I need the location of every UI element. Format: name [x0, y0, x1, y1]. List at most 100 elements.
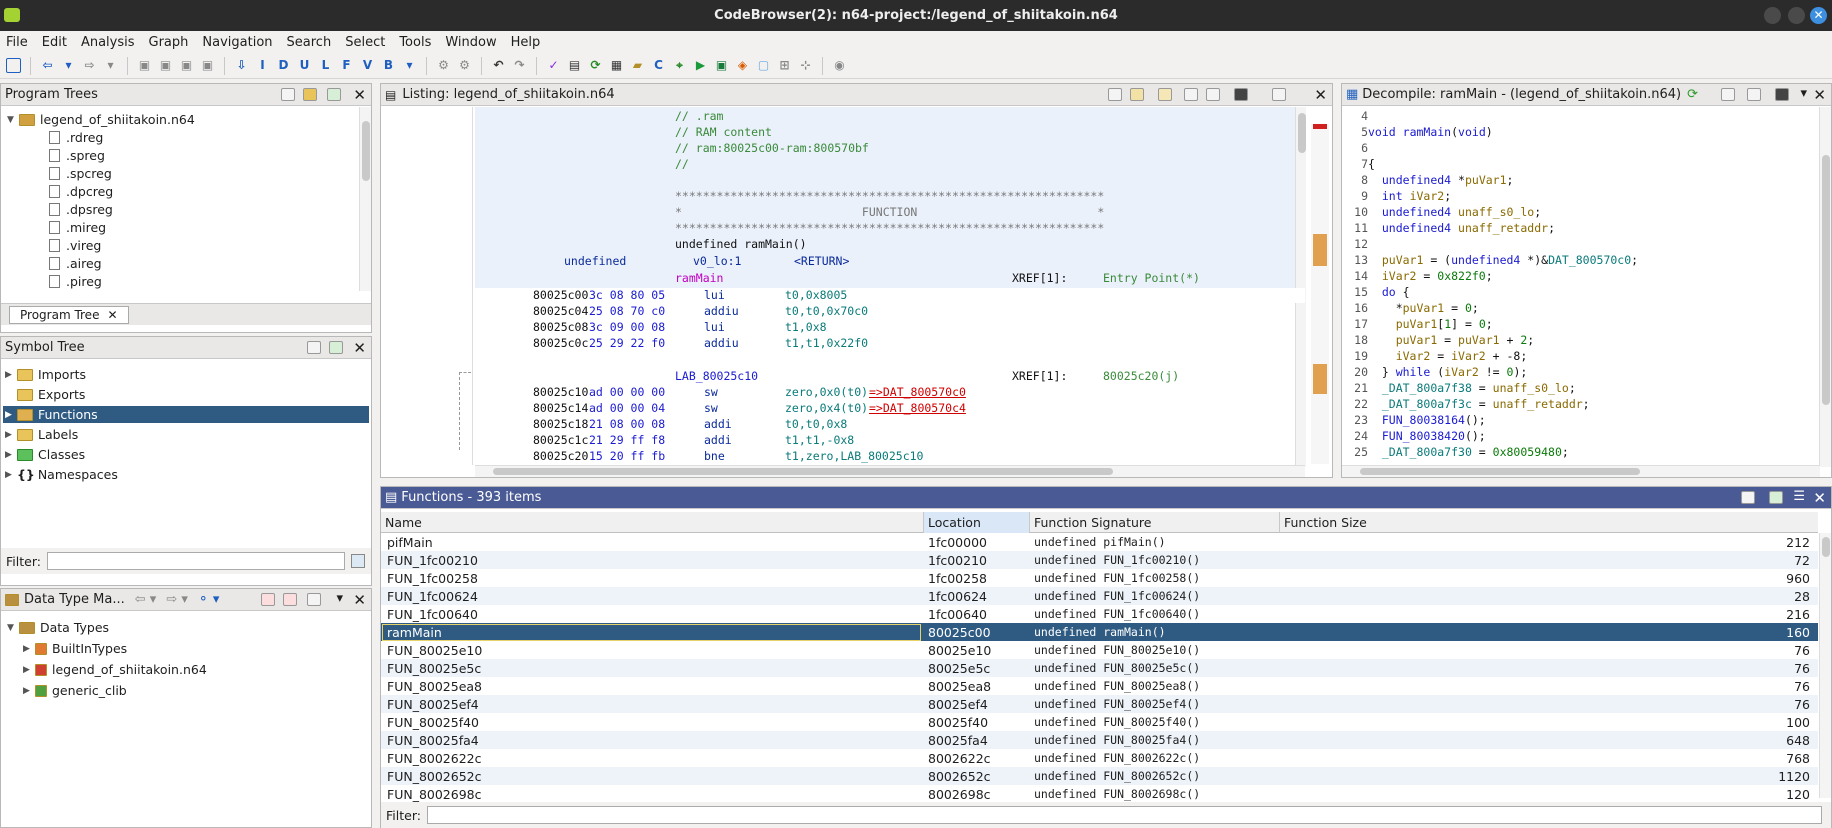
- decompile-copy-icon[interactable]: [1721, 88, 1735, 101]
- clear-icon[interactable]: ⚙: [457, 58, 472, 73]
- function-name[interactable]: FUN_8002652c: [387, 769, 917, 784]
- nav-d-icon[interactable]: D: [276, 58, 291, 73]
- listing-label-rammain[interactable]: ramMain: [675, 271, 723, 286]
- plugin-icon[interactable]: ◉: [832, 58, 847, 73]
- debug-icon[interactable]: ▣: [714, 58, 729, 73]
- table-row[interactable]: FUN_80025e10 80025e10 undefined FUN_80025e…: [381, 641, 1818, 659]
- patch-icon[interactable]: ◈: [735, 58, 750, 73]
- symbol-tree-functions[interactable]: ▶ Functions: [3, 406, 369, 423]
- function-location[interactable]: 80025e10: [928, 643, 1028, 658]
- dtm-back-icon[interactable]: ⇦ ▾: [135, 592, 157, 607]
- dtm-filter2-icon[interactable]: [283, 593, 297, 606]
- folder-icon[interactable]: ▰: [630, 58, 645, 73]
- listing-mnemonic[interactable]: addi: [704, 433, 732, 448]
- collapse-icon[interactable]: ▼: [7, 115, 17, 125]
- nav-undefined-icon[interactable]: ▣: [179, 58, 194, 73]
- function-location[interactable]: 80025ea8: [928, 679, 1028, 694]
- function-name[interactable]: FUN_80025f40: [387, 715, 917, 730]
- code-line[interactable]: {: [1368, 157, 1375, 172]
- close-icon[interactable]: ✕: [1813, 489, 1826, 507]
- table-row[interactable]: FUN_80025e5c 80025e5c undefined FUN_80025e…: [381, 659, 1818, 677]
- code-line[interactable]: } while (iVar2 != 0);: [1368, 365, 1527, 380]
- listing-address[interactable]: 80025c10: [533, 385, 588, 400]
- functions-filter-input[interactable]: [426, 806, 1822, 824]
- code-line[interactable]: int iVar2;: [1368, 189, 1451, 204]
- listing-operands[interactable]: t1,0x8: [785, 320, 827, 335]
- dtm-window-icon[interactable]: [307, 593, 321, 606]
- table-row[interactable]: FUN_1fc00210 1fc00210 undefined FUN_1fc002…: [381, 551, 1818, 569]
- function-location[interactable]: 1fc00258: [928, 571, 1028, 586]
- table-row[interactable]: ramMain 80025c00 undefined ramMain() 160: [381, 623, 1818, 641]
- listing-mnemonic[interactable]: addi: [704, 417, 732, 432]
- menu-edit[interactable]: Edit: [42, 35, 67, 50]
- tree-item-aireg[interactable]: .aireg: [49, 255, 102, 272]
- close-icon[interactable]: ✕: [353, 86, 366, 104]
- listing-scrollbar[interactable]: [1295, 107, 1306, 467]
- code-line[interactable]: void ramMain(void): [1368, 125, 1493, 140]
- menu-graph[interactable]: Graph: [149, 35, 189, 50]
- table-row[interactable]: FUN_1fc00258 1fc00258 undefined FUN_1fc002…: [381, 569, 1818, 587]
- nav-b-icon[interactable]: B: [381, 58, 396, 73]
- copy-icon[interactable]: [1108, 88, 1122, 101]
- filter-options-icon[interactable]: [350, 554, 365, 568]
- listing-address[interactable]: 80025c14: [533, 401, 588, 416]
- code-line[interactable]: *puVar1 = 0;: [1368, 301, 1479, 316]
- listing-address[interactable]: 80025c18: [533, 417, 588, 432]
- function-location[interactable]: 80025c00: [928, 625, 1028, 640]
- options-icon[interactable]: [1272, 88, 1286, 101]
- save-icon[interactable]: [6, 58, 21, 73]
- tree-item-spcreg[interactable]: .spcreg: [49, 165, 112, 182]
- data-types-root[interactable]: ▼ Data Types: [7, 619, 109, 636]
- code-line[interactable]: puVar1 = (undefined4 *)&DAT_800570c0;: [1368, 253, 1638, 268]
- symbol-tree-exports[interactable]: Exports: [5, 386, 371, 403]
- listing-operands[interactable]: t1,t1,-0x8: [785, 433, 854, 448]
- script-icon[interactable]: C: [651, 58, 666, 73]
- tree-item-vireg[interactable]: .vireg: [49, 237, 101, 254]
- program-tree-root[interactable]: ▼ legend_of_shiitakoin.n64: [7, 111, 195, 128]
- listing-operands[interactable]: t0,0x8005: [785, 288, 847, 303]
- code-line[interactable]: FUN_80038420();: [1368, 429, 1486, 444]
- listing-lab[interactable]: LAB_80025c10: [675, 369, 758, 384]
- listing-address[interactable]: 80025c00: [533, 288, 588, 303]
- listing-operands[interactable]: zero,0x0(t0): [785, 385, 868, 400]
- menu-window[interactable]: Window: [445, 35, 496, 50]
- symbol-filter-input[interactable]: [46, 552, 345, 570]
- cursor-icon[interactable]: [1158, 88, 1172, 101]
- table-row[interactable]: FUN_8002652c 8002652c undefined FUN_800265…: [381, 767, 1818, 785]
- code-line[interactable]: puVar1 = puVar1 + 2;: [1368, 333, 1535, 348]
- memory-icon[interactable]: ▦: [609, 58, 624, 73]
- col-size[interactable]: Function Size: [1280, 512, 1818, 533]
- code-line[interactable]: _DAT_800a7f38 = unaff_s0_lo;: [1368, 381, 1576, 396]
- redo-icon[interactable]: ↷: [512, 58, 527, 73]
- function-name[interactable]: FUN_1fc00258: [387, 571, 917, 586]
- listing-address[interactable]: 80025c04: [533, 304, 588, 319]
- menu-analysis[interactable]: Analysis: [81, 35, 135, 50]
- function-name[interactable]: FUN_1fc00640: [387, 607, 917, 622]
- listing-address[interactable]: 80025c1c: [533, 433, 588, 448]
- function-name[interactable]: FUN_1fc00210: [387, 553, 917, 568]
- nav-l-icon[interactable]: L: [318, 58, 333, 73]
- col-signature[interactable]: Function Signature: [1030, 512, 1280, 533]
- menu-file[interactable]: File: [6, 35, 28, 50]
- minimize-button[interactable]: [1764, 7, 1781, 24]
- back-icon[interactable]: ⇦: [40, 58, 55, 73]
- dtm-menu-icon[interactable]: ▾: [336, 591, 343, 606]
- function-location[interactable]: 80025ef4: [928, 697, 1028, 712]
- listing-operands[interactable]: t0,t0,0x8: [785, 417, 847, 432]
- program-tree-scrollbar[interactable]: [359, 107, 371, 291]
- close-icon[interactable]: ✕: [1314, 86, 1327, 104]
- table-row[interactable]: FUN_8002698c 8002698c undefined FUN_800269…: [381, 785, 1818, 803]
- function-location[interactable]: 8002622c: [928, 751, 1028, 766]
- checkmark-icon[interactable]: ✓: [546, 58, 561, 73]
- paste-icon[interactable]: [1130, 88, 1144, 101]
- function-name[interactable]: FUN_8002698c: [387, 787, 917, 802]
- decompile-scrollbar[interactable]: [1819, 107, 1831, 467]
- function-name[interactable]: pifMain: [387, 535, 917, 550]
- menu-tools[interactable]: Tools: [399, 35, 431, 50]
- listing-mnemonic[interactable]: addiu: [704, 336, 739, 351]
- functions-new-window-icon[interactable]: [1769, 491, 1783, 504]
- functions-menu-icon[interactable]: ☰: [1793, 489, 1805, 504]
- table-row[interactable]: pifMain 1fc00000 undefined pifMain() 212: [381, 533, 1818, 551]
- listing-lab-xref[interactable]: 80025c20(j): [1103, 369, 1179, 384]
- code-line[interactable]: _DAT_800a7f3c = unaff_retaddr;: [1368, 397, 1590, 412]
